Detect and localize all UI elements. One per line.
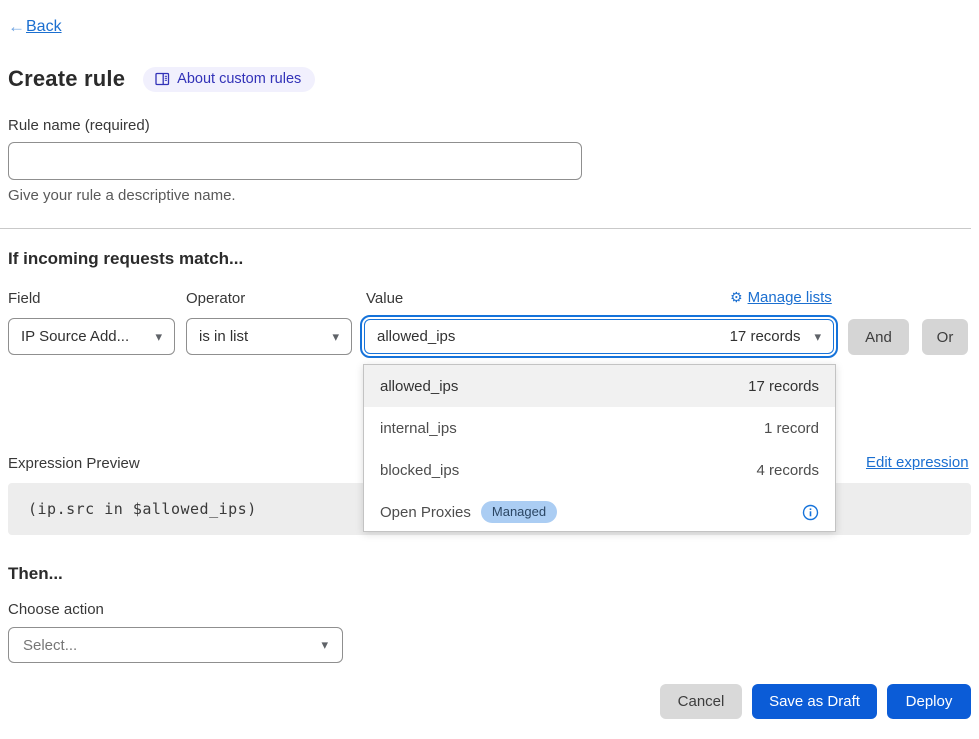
list-name: blocked_ips (380, 462, 459, 479)
manage-lists-label: Manage lists (748, 289, 832, 306)
chevron-down-icon: ▾ (814, 329, 821, 345)
value-select-value: allowed_ips (377, 328, 455, 345)
chevron-down-icon: ▾ (321, 637, 328, 653)
dropdown-item-internal-ips[interactable]: internal_ips 1 record (364, 407, 835, 449)
operator-select[interactable]: is in list ▾ (186, 318, 352, 355)
value-select-record-count: 17 records (730, 328, 801, 345)
managed-badge: Managed (481, 501, 557, 523)
title-row: Create rule About custom rules (8, 66, 315, 92)
and-button[interactable]: And (848, 319, 909, 355)
back-arrow-icon: ← (8, 17, 25, 37)
list-record-count: 4 records (756, 462, 819, 479)
value-select[interactable]: allowed_ips 17 records ▾ (364, 319, 834, 354)
back-link[interactable]: ←Back (8, 17, 62, 37)
dropdown-item-open-proxies[interactable]: Open Proxies Managed (364, 491, 835, 533)
book-icon (155, 72, 170, 86)
cancel-button[interactable]: Cancel (660, 684, 742, 719)
chevron-down-icon: ▾ (332, 329, 339, 345)
back-link-label: Back (26, 18, 62, 36)
info-icon[interactable] (802, 504, 819, 521)
then-section-heading: Then... (8, 564, 63, 584)
rule-name-label: Rule name (required) (8, 117, 150, 134)
gear-icon: ⚙ (730, 289, 743, 306)
field-label: Field (8, 290, 41, 307)
page-title: Create rule (8, 66, 125, 92)
deploy-button[interactable]: Deploy (887, 684, 971, 719)
chevron-down-icon: ▾ (155, 329, 162, 345)
list-record-count: 1 record (764, 420, 819, 437)
edit-expression-link[interactable]: Edit expression (866, 454, 971, 471)
about-badge-label: About custom rules (177, 71, 301, 87)
list-name: Open Proxies (380, 504, 471, 521)
list-name: internal_ips (380, 420, 457, 437)
create-rule-page: ←Back Create rule About custom rules Rul… (0, 0, 979, 739)
list-name: allowed_ips (380, 378, 458, 395)
action-select-placeholder: Select... (23, 637, 77, 654)
rule-name-helper-text: Give your rule a descriptive name. (8, 187, 236, 204)
value-dropdown-panel: allowed_ips 17 records internal_ips 1 re… (363, 364, 836, 532)
dropdown-item-blocked-ips[interactable]: blocked_ips 4 records (364, 449, 835, 491)
operator-select-value: is in list (199, 328, 248, 345)
field-select-value: IP Source Add... (21, 328, 129, 345)
value-label: Value (366, 290, 403, 307)
dropdown-item-allowed-ips[interactable]: allowed_ips 17 records (364, 365, 835, 407)
operator-label: Operator (186, 290, 245, 307)
section-divider (0, 228, 971, 229)
about-custom-rules-link[interactable]: About custom rules (143, 67, 315, 92)
match-section-heading: If incoming requests match... (8, 249, 243, 269)
expression-preview-label: Expression Preview (8, 455, 140, 472)
action-select[interactable]: Select... ▾ (8, 627, 343, 663)
or-button[interactable]: Or (922, 319, 968, 355)
list-record-count: 17 records (748, 378, 819, 395)
field-select[interactable]: IP Source Add... ▾ (8, 318, 175, 355)
rule-name-input[interactable] (8, 142, 582, 180)
save-as-draft-button[interactable]: Save as Draft (752, 684, 877, 719)
expression-code: (ip.src in $allowed_ips) (28, 500, 257, 518)
choose-action-label: Choose action (8, 601, 104, 618)
manage-lists-link[interactable]: ⚙ Manage lists (730, 289, 838, 306)
